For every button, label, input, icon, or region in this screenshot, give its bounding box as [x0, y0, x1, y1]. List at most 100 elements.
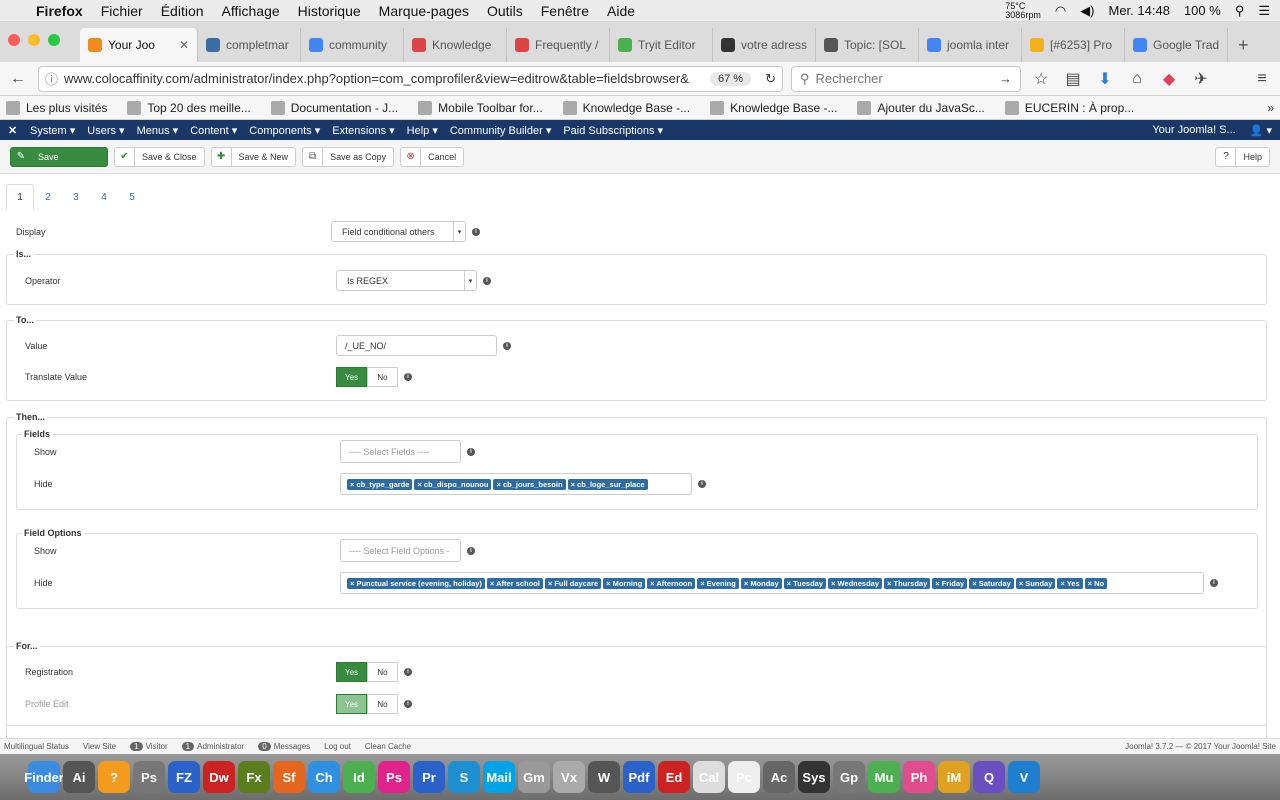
dock-app-icon[interactable]: Ed — [658, 761, 690, 793]
new-tab-button[interactable]: + — [1228, 28, 1259, 62]
spotlight-icon[interactable]: ⚲ — [1235, 3, 1245, 19]
selected-tag[interactable]: × Full daycare — [544, 577, 602, 589]
bookmark-item[interactable]: Top 20 des meille... — [127, 100, 251, 115]
dock-app-icon[interactable]: Sys — [798, 761, 830, 793]
tab-4[interactable]: 4 — [90, 184, 118, 210]
dock-app-icon[interactable]: Vx — [553, 761, 585, 793]
menu-marque-pages[interactable]: Marque-pages — [379, 3, 469, 19]
bookmarks-overflow-icon[interactable]: » — [1267, 101, 1274, 115]
info-icon[interactable]: i — [472, 227, 480, 236]
browser-tab[interactable]: Tryit Editor — [610, 28, 713, 62]
admin-menu-item[interactable]: Help ▾ — [407, 124, 438, 137]
selected-tag[interactable]: × Evening — [697, 577, 739, 589]
menu-aide[interactable]: Aide — [607, 3, 635, 19]
hamburger-menu-icon[interactable]: ≡ — [1250, 70, 1274, 88]
close-window-button[interactable] — [8, 34, 20, 46]
dock-app-icon[interactable]: Cal — [693, 761, 725, 793]
logout-link[interactable]: Log out — [324, 742, 351, 751]
selected-tag[interactable]: × cb_jours_besoin — [493, 478, 566, 490]
tab-1[interactable]: 1 — [6, 184, 34, 210]
selected-tag[interactable]: × Monday — [740, 577, 782, 589]
tab-3[interactable]: 3 — [62, 184, 90, 210]
pocket-icon[interactable]: ◆ — [1157, 69, 1181, 89]
profile-edit-toggle[interactable]: Yes No — [336, 694, 398, 714]
bookmark-item[interactable]: Knowledge Base -... — [710, 100, 837, 115]
url-text[interactable]: www.colocaffinity.com/administrator/inde… — [64, 71, 694, 86]
dock-app-icon[interactable]: Ac — [763, 761, 795, 793]
dock-app-icon[interactable]: Id — [343, 761, 375, 793]
no-option[interactable]: No — [367, 367, 398, 387]
dock-app-icon[interactable]: Gp — [833, 761, 865, 793]
selected-tag[interactable]: × Morning — [603, 577, 646, 589]
browser-tab[interactable]: votre adress — [713, 28, 816, 62]
dock-app-icon[interactable]: FZ — [168, 761, 200, 793]
zoom-window-button[interactable] — [48, 34, 60, 46]
selected-tag[interactable]: × Sunday — [1015, 577, 1056, 589]
home-icon[interactable]: ⌂ — [1125, 70, 1149, 88]
dock-app-icon[interactable]: W — [588, 761, 620, 793]
dock-app-icon[interactable]: Ps — [378, 761, 410, 793]
dock-app-icon[interactable]: Sf — [273, 761, 305, 793]
dock-app-icon[interactable]: V — [1008, 761, 1040, 793]
reading-list-icon[interactable]: ▤ — [1061, 69, 1085, 89]
selected-tag[interactable]: × Tuesday — [783, 577, 826, 589]
menu-edition[interactable]: Édition — [161, 3, 204, 19]
admin-menu-item[interactable]: Extensions ▾ — [332, 124, 394, 137]
admin-menu-item[interactable]: Community Builder ▾ — [450, 124, 552, 137]
browser-tab[interactable]: Google Trad — [1125, 28, 1228, 62]
browser-tab[interactable]: completmar — [198, 28, 301, 62]
selected-tag[interactable]: × cb_dispo_nounou — [414, 478, 492, 490]
menu-affichage[interactable]: Affichage — [222, 3, 280, 19]
select-field-options-input[interactable]: ---- Select Field Options - — [340, 539, 461, 562]
menu-fichier[interactable]: Fichier — [101, 3, 143, 19]
info-icon[interactable]: i — [698, 480, 706, 488]
operator-select[interactable]: Is REGEX ▾ — [336, 270, 477, 291]
hide-fields-tags[interactable]: × cb_type_garde × cb_dispo_nounou × cb_jou… — [340, 473, 692, 495]
dock-app-icon[interactable]: Ph — [903, 761, 935, 793]
url-bar[interactable]: ⓘ www.colocaffinity.com/administrator/in… — [38, 65, 783, 92]
dock-app-icon[interactable]: Ch — [308, 761, 340, 793]
registration-toggle[interactable]: Yes No — [336, 662, 398, 682]
browser-tab[interactable]: Frequently / — [507, 28, 610, 62]
selected-tag[interactable]: × After school — [486, 577, 543, 589]
save-button[interactable]: ✎ Save — [10, 146, 108, 167]
browser-tab[interactable]: Knowledge — [404, 28, 507, 62]
selected-tag[interactable]: × Friday — [932, 577, 968, 589]
app-menu[interactable]: Firefox — [36, 3, 83, 19]
value-input[interactable]: /_UE_NO/ — [336, 335, 497, 356]
translate-value-toggle[interactable]: Yes No — [336, 367, 398, 387]
selected-tag[interactable]: × Saturday — [969, 577, 1014, 589]
selected-tag[interactable]: × cb_type_garde — [347, 478, 413, 490]
user-icon[interactable]: 👤 ▾ — [1250, 124, 1272, 137]
menu-outils[interactable]: Outils — [487, 3, 523, 19]
admin-menu-item[interactable]: System ▾ — [30, 124, 75, 137]
view-site-link[interactable]: View Site — [83, 742, 116, 751]
selected-tag[interactable]: × Thursday — [884, 577, 931, 589]
menu-fenetre[interactable]: Fenêtre — [541, 3, 589, 19]
zoom-level[interactable]: 67 % — [710, 71, 752, 86]
save-new-button[interactable]: ✚ Save & New — [210, 146, 297, 167]
battery[interactable]: 100 % — [1184, 3, 1221, 18]
bookmark-item[interactable]: Knowledge Base -... — [562, 100, 690, 115]
browser-tab[interactable]: community — [301, 28, 404, 62]
yes-option[interactable]: Yes — [336, 694, 367, 714]
cancel-button[interactable]: ⊗ Cancel — [400, 146, 465, 167]
info-icon[interactable]: i — [404, 700, 412, 708]
browser-tab[interactable]: Topic: [SOL — [816, 28, 919, 62]
joomla-logo-icon[interactable]: ✕ — [8, 124, 30, 137]
bookmark-item[interactable]: EUCERIN : À prop... — [1004, 100, 1134, 115]
back-arrow-icon[interactable]: ← — [6, 70, 30, 88]
hide-options-tags[interactable]: × Punctual service (evening, holiday) × A… — [340, 572, 1204, 594]
search-field[interactable]: ⚲ Rechercher → — [791, 65, 1021, 92]
dock-app-icon[interactable]: Pr — [413, 761, 445, 793]
admin-menu-item[interactable]: Content ▾ — [190, 124, 237, 137]
selected-tag[interactable]: × No — [1084, 577, 1108, 589]
selected-tag[interactable]: × Punctual service (evening, holiday) — [347, 577, 485, 589]
info-icon[interactable]: i — [467, 546, 475, 555]
messages-status[interactable]: 0 Messages — [258, 742, 310, 751]
yes-option[interactable]: Yes — [336, 662, 367, 682]
dock-app-icon[interactable]: iM — [938, 761, 970, 793]
clean-cache-link[interactable]: Clean Cache — [365, 742, 411, 751]
info-icon[interactable]: i — [404, 373, 412, 381]
admin-menu-item[interactable]: Users ▾ — [87, 124, 124, 137]
